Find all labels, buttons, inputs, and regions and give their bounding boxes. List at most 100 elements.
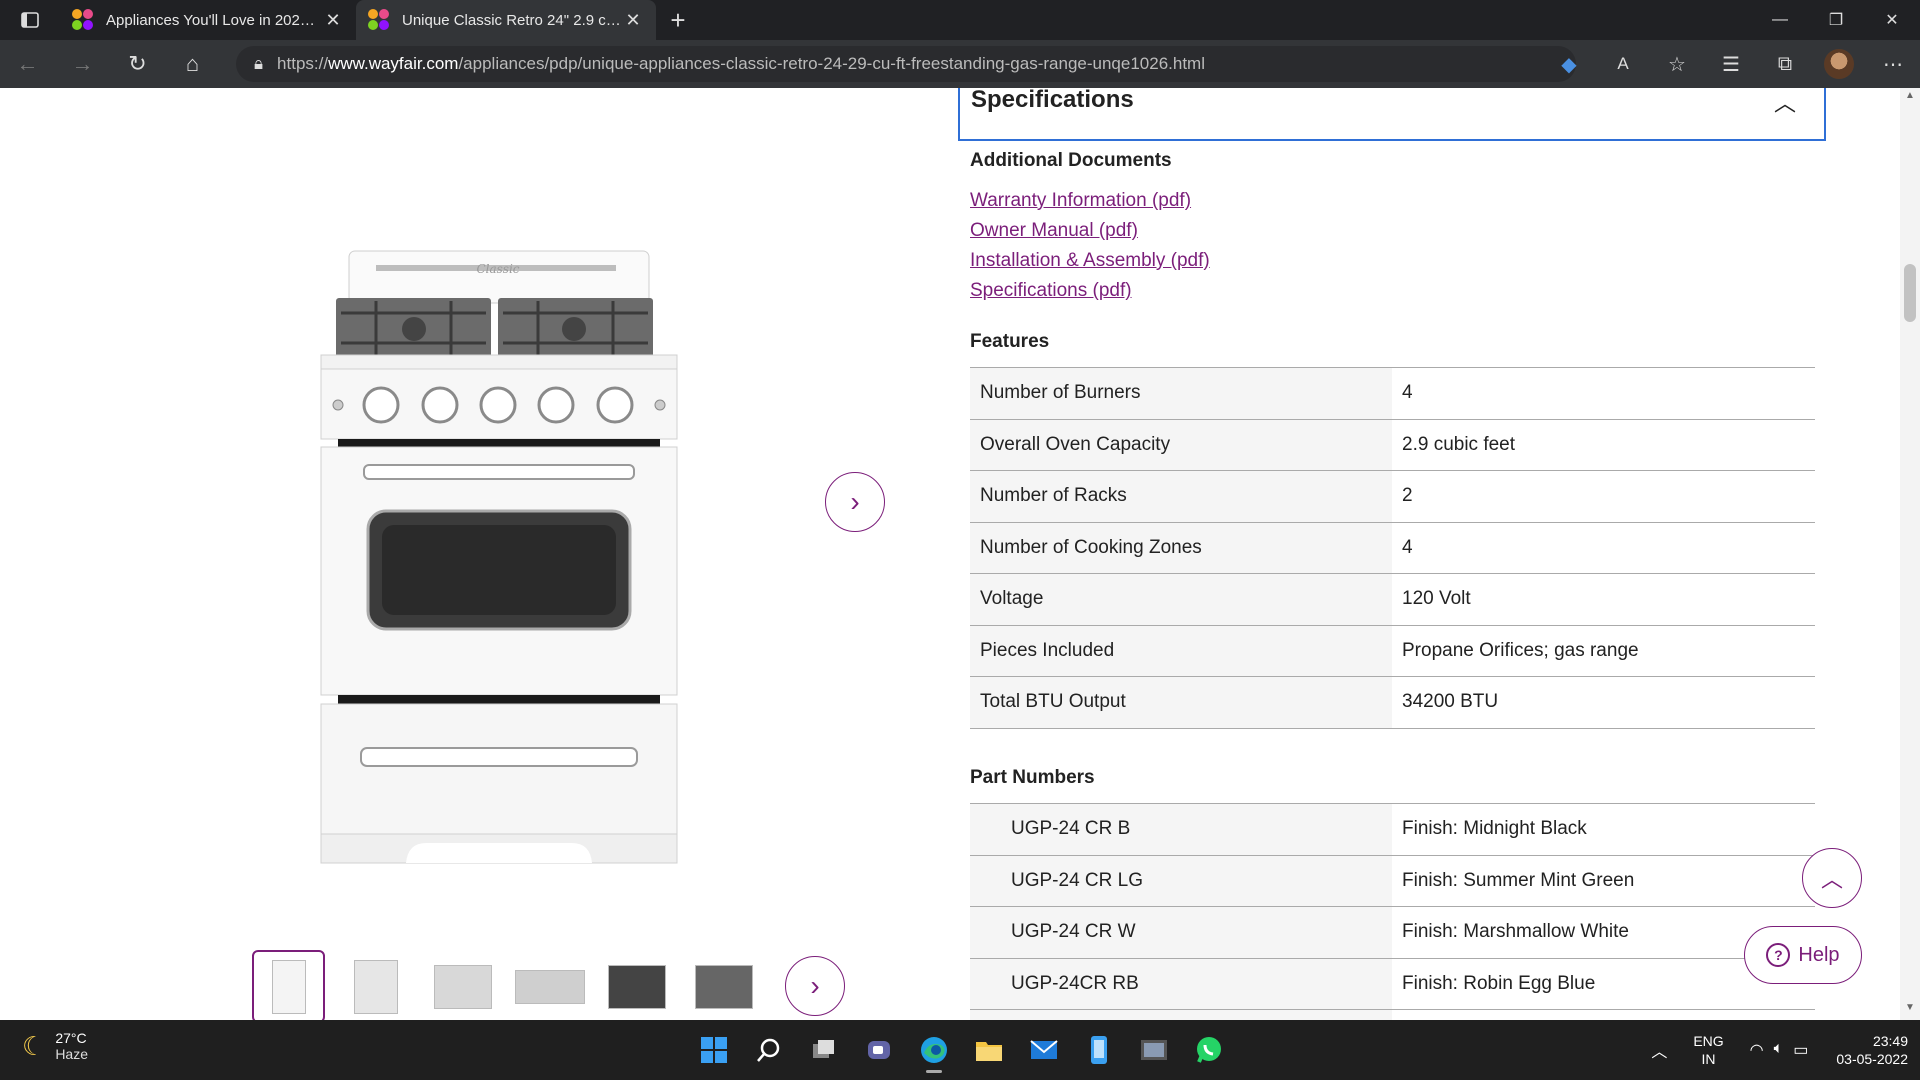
minimize-icon[interactable]: — xyxy=(1752,0,1808,40)
svg-text:Classic: Classic xyxy=(476,262,519,276)
moon-icon: ☾ xyxy=(22,1030,46,1061)
row-value: Finish: Summer Mint Green xyxy=(1402,869,1635,891)
row-key: Voltage xyxy=(970,574,1392,625)
tab-title: Appliances You'll Love in 2022 | Wayfair xyxy=(106,11,322,29)
whatsapp-icon[interactable] xyxy=(1185,1026,1233,1074)
help-button[interactable]: ? Help xyxy=(1744,926,1862,984)
tab-appliances[interactable]: Appliances You'll Love in 2022 | Wayfair… xyxy=(60,0,356,40)
thumbnail-6[interactable] xyxy=(687,950,760,1020)
close-tab-icon[interactable]: ✕ xyxy=(322,9,344,31)
row-key: UGP-24 CR LG xyxy=(970,855,1392,906)
weather-desc: Haze xyxy=(55,1046,88,1062)
row-value xyxy=(1392,1010,1815,1020)
tab-actions-icon[interactable] xyxy=(0,0,60,40)
home-icon[interactable]: ⌂ xyxy=(165,40,220,88)
row-key: Pieces Included xyxy=(970,625,1392,676)
close-window-icon[interactable]: ✕ xyxy=(1864,0,1920,40)
scrollbar-thumb[interactable] xyxy=(1904,264,1916,322)
thumbnail-2[interactable] xyxy=(339,950,412,1020)
clock[interactable]: 23:49 03-05-2022 xyxy=(1836,1032,1908,1068)
battery-icon: ▭ xyxy=(1793,1042,1809,1059)
row-key: UGP-24CR RB xyxy=(970,958,1392,1009)
app-icon[interactable] xyxy=(1130,1026,1178,1074)
scroll-to-top-button[interactable]: ︿ xyxy=(1802,848,1862,908)
add-favorite-icon[interactable]: ☆ xyxy=(1650,40,1704,88)
chevron-up-icon[interactable]: ︿ xyxy=(1774,88,1796,118)
table-row: Total BTU Output 34200 BTU xyxy=(970,677,1815,729)
scroll-up-icon[interactable]: ▲ xyxy=(1900,90,1920,106)
product-image[interactable]: Classic xyxy=(316,243,682,873)
row-key: Overall Oven Capacity xyxy=(970,419,1392,470)
close-tab-icon[interactable]: ✕ xyxy=(622,9,644,31)
file-explorer-icon[interactable] xyxy=(965,1026,1013,1074)
owner-manual-link[interactable]: Owner Manual (pdf) xyxy=(970,220,1138,242)
windows-start-icon[interactable] xyxy=(690,1026,738,1074)
input-language[interactable]: ENG IN xyxy=(1693,1032,1723,1068)
specifications-accordion[interactable]: Specifications ︿ xyxy=(958,88,1826,141)
thumbnails-next-button[interactable]: › xyxy=(785,956,845,1016)
row-value: Propane Orifices; gas range xyxy=(1402,639,1639,661)
url-host: www.wayfair.com xyxy=(328,54,459,73)
phone-link-icon[interactable] xyxy=(1075,1026,1123,1074)
back-icon[interactable]: ← xyxy=(0,40,55,88)
weather-widget[interactable]: ☾ 27°C Haze xyxy=(22,1030,88,1062)
row-value: 120 Volt xyxy=(1402,588,1471,610)
table-row xyxy=(970,1010,1815,1020)
time: 23:49 xyxy=(1872,1033,1908,1049)
chevron-up-icon[interactable]: ︿ xyxy=(1651,1038,1667,1062)
row-value: 2 xyxy=(1402,485,1413,507)
table-row: UGP-24 CR W Finish: Marshmallow White xyxy=(970,907,1815,959)
table-row: UGP-24 CR B Finish: Midnight Black xyxy=(970,804,1815,856)
forward-icon[interactable]: → xyxy=(55,40,110,88)
weather-temp: 27°C xyxy=(55,1030,87,1046)
row-value: Finish: Midnight Black xyxy=(1402,818,1587,840)
row-key: Number of Cooking Zones xyxy=(970,522,1392,573)
taskbar: ☾ 27°C Haze ︿ ENG IN ◠ 🔈︎ ▭ 23:49 03-05-… xyxy=(0,1020,1920,1080)
refresh-icon[interactable]: ↻ xyxy=(110,40,165,88)
specifications-pdf-link[interactable]: Specifications (pdf) xyxy=(970,280,1132,302)
edge-browser-icon[interactable] xyxy=(910,1026,958,1074)
teams-chat-icon[interactable] xyxy=(855,1026,903,1074)
more-menu-icon[interactable]: ⋯ xyxy=(1866,40,1920,88)
coupon-tag-icon[interactable]: ◆ xyxy=(1542,40,1596,88)
part-numbers-table: UGP-24 CR B Finish: Midnight Black UGP-24… xyxy=(970,803,1815,1020)
table-row: Voltage 120 Volt xyxy=(970,574,1815,626)
system-tray: ︿ ENG IN ◠ 🔈︎ ▭ 23:49 03-05-2022 xyxy=(1651,1020,1908,1080)
task-view-icon[interactable] xyxy=(800,1026,848,1074)
url-prefix: https:// xyxy=(277,54,329,73)
warranty-link[interactable]: Warranty Information (pdf) xyxy=(970,190,1191,212)
mail-icon[interactable] xyxy=(1020,1026,1068,1074)
profile-avatar[interactable] xyxy=(1824,49,1854,79)
table-row: Number of Racks 2 xyxy=(970,471,1815,523)
specifications-title: Specifications xyxy=(971,88,1134,113)
row-key: Total BTU Output xyxy=(970,677,1392,728)
table-row: Number of Cooking Zones 4 xyxy=(970,522,1815,574)
favorites-icon[interactable]: ☰ xyxy=(1704,40,1758,88)
thumbnail-3[interactable] xyxy=(426,950,499,1020)
scroll-down-icon[interactable]: ▼ xyxy=(1900,1002,1920,1018)
row-key: Number of Burners xyxy=(970,368,1392,419)
page-scrollbar[interactable]: ▲ ▼ xyxy=(1900,88,1920,1020)
tab-title: Unique Classic Retro 24" 2.9 cu ft Frees… xyxy=(402,11,622,29)
volume-icon: 🔈︎ xyxy=(1773,1040,1784,1057)
installation-link[interactable]: Installation & Assembly (pdf) xyxy=(970,250,1210,272)
question-icon: ? xyxy=(1766,943,1791,967)
window-controls: — ❐ ✕ xyxy=(1752,0,1920,40)
thumbnail-5[interactable] xyxy=(600,950,673,1020)
tab-product[interactable]: Unique Classic Retro 24" 2.9 cu ft Frees… xyxy=(356,0,656,40)
row-value: 4 xyxy=(1402,382,1413,404)
search-icon[interactable] xyxy=(745,1026,793,1074)
thumbnail-4[interactable] xyxy=(513,950,586,1020)
read-aloud-icon[interactable]: A xyxy=(1596,40,1650,88)
quick-settings[interactable]: ◠ 🔈︎ ▭ xyxy=(1750,1040,1809,1060)
page-content: Classic › › Specifications ︿ Additional … xyxy=(0,88,1900,1020)
restore-icon[interactable]: ❐ xyxy=(1808,0,1864,40)
url-field[interactable]: 🔒︎ https://www.wayfair.com/appliances/pd… xyxy=(236,46,1576,82)
row-value: 4 xyxy=(1402,536,1413,558)
features-table: Number of Burners 4 Overall Oven Capacity… xyxy=(970,367,1815,729)
thumbnail-1[interactable] xyxy=(252,950,325,1020)
taskbar-apps xyxy=(690,1026,1233,1074)
new-tab-button[interactable]: + xyxy=(656,0,700,40)
image-next-button[interactable]: › xyxy=(825,472,885,532)
collections-icon[interactable]: ⧉ xyxy=(1758,40,1812,88)
